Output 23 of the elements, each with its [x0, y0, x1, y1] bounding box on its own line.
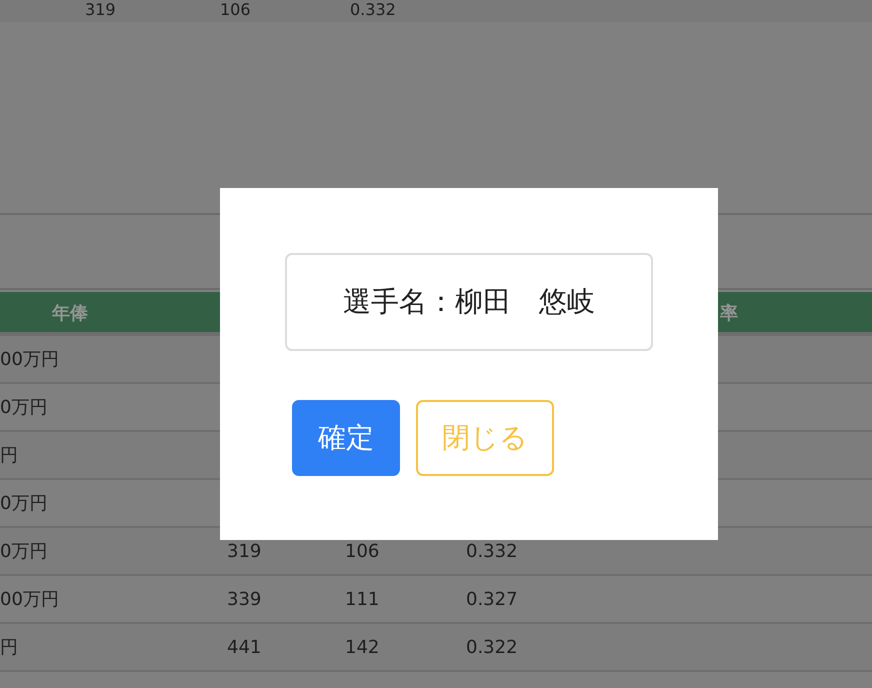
table-cell-text: 106: [345, 540, 380, 564]
table-cell-text: 円: [0, 444, 18, 468]
column-header: 年俸: [52, 302, 88, 326]
table-cell: 0.332: [350, 0, 396, 20]
table-cell-text: 319: [227, 540, 262, 564]
table-cell-text: 0万円: [0, 540, 48, 564]
column-header: 率: [720, 302, 738, 326]
table-cell-text: 339: [227, 588, 262, 612]
table-cell-text: 0.332: [466, 540, 518, 564]
confirm-button[interactable]: 確定: [292, 400, 400, 476]
table-cell-text: 00万円: [0, 348, 59, 372]
table-cell-text: 0.322: [466, 636, 518, 660]
table-cell: 106: [220, 0, 251, 20]
table-cell-text: 0.327: [466, 588, 518, 612]
table-cell-text: 0万円: [0, 492, 48, 516]
table-cell-text: 441: [227, 636, 262, 660]
table-cell: 319: [85, 0, 116, 20]
table-cell-text: 0万円: [0, 396, 48, 420]
table-cell-text: 111: [345, 588, 380, 612]
table-cell-text: 00万円: [0, 588, 59, 612]
player-name-box: 選手名：柳田 悠岐: [285, 253, 653, 351]
table-cell-text: 142: [345, 636, 380, 660]
table-cell-text: 円: [0, 636, 18, 660]
